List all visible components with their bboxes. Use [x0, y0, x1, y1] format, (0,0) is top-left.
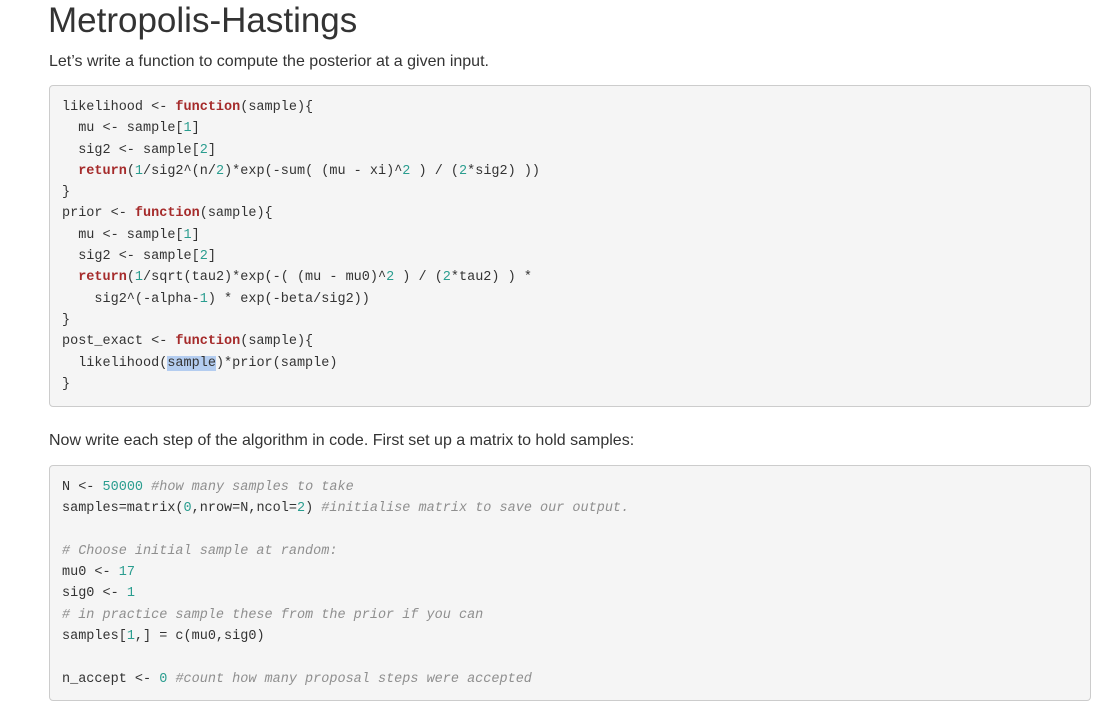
code-number: 2: [386, 270, 395, 286]
code-line[interactable]: samples[1,] = c(mu0,sig0): [62, 626, 1078, 647]
code-number: 2: [459, 163, 468, 179]
code-keyword: function: [175, 100, 241, 115]
code-text: ) * exp(-beta/sig2)): [207, 291, 370, 307]
code-line[interactable]: return(1/sqrt(tau2)*exp(-( (mu - mu0)^2 …: [62, 267, 1078, 288]
code-text: likelihood <-: [62, 100, 176, 115]
code-number: 1: [183, 227, 192, 243]
code-text: mu0 <-: [62, 565, 119, 581]
code-text: sig2 <- sample[: [62, 249, 200, 265]
code-line[interactable]: n_accept <- 0 #count how many proposal s…: [62, 669, 1078, 690]
code-number: 1: [126, 629, 135, 645]
page-title: Metropolis-Hastings: [48, 1, 358, 40]
code-line[interactable]: mu <- sample[1]: [62, 118, 1078, 139]
code-text: sig2^(-alpha-: [62, 291, 200, 307]
code-text: (: [126, 270, 135, 286]
code-text: (sample){: [240, 334, 314, 350]
code-line[interactable]: sig2 <- sample[2]: [62, 140, 1078, 161]
code-number: 17: [118, 565, 135, 581]
code-line[interactable]: mu <- sample[1]: [62, 225, 1078, 246]
code-keyword: function: [134, 206, 200, 222]
code-text: )*prior(sample): [215, 355, 338, 371]
code-text: (sample){: [199, 206, 273, 222]
code-text: sig2 <- sample[: [62, 142, 200, 158]
code-text: ]: [207, 142, 216, 158]
code-text: N <-: [62, 480, 103, 495]
code-number: 2: [215, 163, 225, 179]
code-line[interactable]: }: [62, 374, 1078, 395]
selected-text: sample: [167, 355, 216, 371]
code-comment: # Choose initial sample at random:: [62, 543, 338, 559]
code-text: (sample){: [240, 100, 314, 115]
code-number: 1: [183, 121, 192, 137]
code-text: ) / (: [394, 270, 443, 286]
code-text: }: [62, 185, 71, 201]
code-text: ,nrow=N,ncol=: [191, 501, 297, 517]
code-comment: #count how many proposal steps were acce…: [175, 671, 532, 687]
code-line[interactable]: sig2^(-alpha-1) * exp(-beta/sig2)): [62, 289, 1078, 310]
code-number: 50000: [102, 480, 144, 495]
code-number: 1: [134, 270, 144, 286]
code-keyword: return: [78, 163, 127, 179]
code-comment: # in practice sample these from the prio…: [62, 607, 484, 623]
code-text: )*exp(-sum( (mu - xi)^: [224, 163, 403, 179]
code-text: mu <- sample[: [62, 227, 184, 243]
code-line[interactable]: N <- 50000 #how many samples to take: [62, 477, 1078, 498]
intro-paragraph: Let’s write a function to compute the po…: [49, 53, 489, 70]
code-text: ]: [191, 121, 200, 137]
code-text: ]: [207, 249, 216, 265]
code-number: 0: [183, 501, 192, 517]
code-number: 2: [296, 501, 306, 517]
code-text: samples=matrix(: [62, 501, 184, 517]
code-comment: #how many samples to take: [151, 480, 354, 495]
code-line[interactable]: }: [62, 310, 1078, 331]
code-line[interactable]: [62, 520, 1078, 541]
code-text: ): [305, 501, 322, 517]
code-line[interactable]: prior <- function(sample){: [62, 203, 1078, 224]
code-number: 1: [126, 586, 135, 602]
code-keyword: function: [175, 334, 241, 350]
code-line[interactable]: sig0 <- 1: [62, 583, 1078, 604]
code-number: 1: [134, 163, 144, 179]
code-line[interactable]: [62, 647, 1078, 668]
code-line[interactable]: post_exact <- function(sample){: [62, 331, 1078, 352]
code-text: samples[: [62, 629, 127, 645]
code-text: ]: [191, 227, 200, 243]
code-number: 1: [199, 291, 208, 307]
code-line[interactable]: # Choose initial sample at random:: [62, 541, 1078, 562]
code-text: *tau2) ) *: [450, 270, 532, 286]
code-text: }: [62, 312, 71, 328]
code-text: sig0 <-: [62, 586, 127, 602]
code-block-posterior-functions[interactable]: likelihood <- function(sample){ mu <- sa…: [49, 85, 1091, 407]
code-line[interactable]: # in practice sample these from the prio…: [62, 605, 1078, 626]
steps-paragraph: Now write each step of the algorithm in …: [49, 432, 635, 449]
code-text: prior <-: [62, 206, 135, 222]
code-text: /sig2^(n/: [143, 163, 216, 179]
code-keyword: return: [78, 270, 127, 286]
code-text: likelihood(: [62, 355, 168, 371]
code-number: 2: [199, 249, 208, 265]
code-line[interactable]: return(1/sig2^(n/2)*exp(-sum( (mu - xi)^…: [62, 161, 1078, 182]
code-text: }: [62, 376, 71, 392]
code-line[interactable]: }: [62, 182, 1078, 203]
code-text: *sig2) )): [467, 163, 541, 179]
code-line[interactable]: sig2 <- sample[2]: [62, 246, 1078, 267]
code-line[interactable]: likelihood(sample)*prior(sample): [62, 353, 1078, 374]
code-text: ,] = c(mu0,sig0): [134, 629, 265, 645]
code-text: (: [126, 163, 135, 179]
code-text: /sqrt(tau2)*exp(-( (mu - mu0)^: [143, 270, 387, 286]
code-number: 2: [442, 270, 451, 286]
code-text: mu <- sample[: [62, 121, 184, 137]
code-text: post_exact <-: [62, 334, 176, 350]
code-comment: #initialise matrix to save our output.: [321, 501, 630, 517]
code-number: 2: [199, 142, 208, 158]
code-line[interactable]: likelihood <- function(sample){: [62, 97, 1078, 118]
code-block-sampler-setup[interactable]: N <- 50000 #how many samples to take samp…: [49, 465, 1091, 701]
code-text: n_accept <-: [62, 671, 160, 687]
code-line[interactable]: mu0 <- 17: [62, 562, 1078, 583]
code-text: ) / (: [410, 163, 460, 179]
code-line[interactable]: samples=matrix(0,nrow=N,ncol=2) #initial…: [62, 498, 1078, 519]
